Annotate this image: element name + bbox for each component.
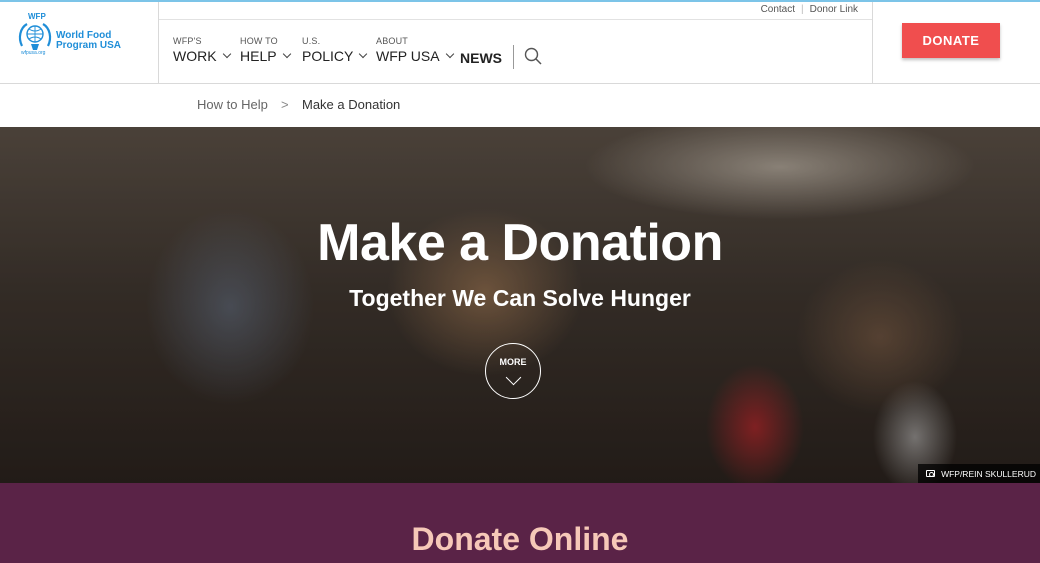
chevron-down-icon — [222, 49, 231, 59]
site-header: WFP World Food Program USA wfpusa.org Co… — [0, 2, 1040, 84]
breadcrumb-how-to-help[interactable]: How to Help — [197, 97, 268, 112]
donate-button[interactable]: DONATE — [902, 23, 1000, 58]
chevron-down-icon — [505, 369, 522, 386]
nav-item-kicker: HOW TO — [240, 36, 278, 46]
nav-divider — [513, 45, 514, 69]
nav-item-kicker: U.S. — [302, 36, 321, 46]
chevron-down-icon — [282, 49, 291, 59]
utility-bar: Contact | Donor Link — [159, 2, 872, 20]
breadcrumb-current: Make a Donation — [302, 97, 401, 112]
hero-subtitle: Together We Can Solve Hunger — [349, 285, 691, 311]
nav-item-us-policy[interactable]: U.S. POLICY — [302, 36, 368, 65]
photo-credit-text: WFP/REIN SKULLERUD — [941, 468, 1036, 479]
contact-link[interactable]: Contact — [761, 4, 795, 15]
nav-item-how-to-help[interactable]: HOW TO HELP — [240, 36, 291, 65]
more-button[interactable]: MORE — [485, 343, 541, 399]
donate-online-title: Donate Online — [411, 521, 629, 557]
donate-online-section: Donate Online — [0, 483, 1040, 563]
photo-credit: WFP/REIN SKULLERUD — [918, 464, 1040, 483]
wfp-emblem-icon — [18, 23, 52, 50]
utility-separator: | — [801, 4, 804, 15]
camera-icon — [926, 470, 936, 477]
hero-banner: Make a Donation Together We Can Solve Hu… — [0, 127, 1040, 483]
nav-item-kicker: WFP'S — [173, 36, 202, 46]
nav-item-label: HELP — [240, 48, 277, 64]
nav-item-label: WFP USA — [376, 48, 440, 64]
logo-link[interactable]: WFP World Food Program USA wfpusa.org — [0, 2, 159, 84]
main-nav: WFP'S WORK HOW TO HELP U.S. POLICY ABOUT… — [159, 21, 872, 84]
donor-link[interactable]: Donor Link — [810, 4, 858, 15]
nav-item-kicker: ABOUT — [376, 36, 409, 46]
logo-url: wfpusa.org — [21, 50, 46, 56]
nav-item-label: POLICY — [302, 48, 354, 64]
logo-name: World Food Program USA — [56, 30, 122, 51]
breadcrumb-separator: > — [281, 97, 289, 112]
header-donate-area: DONATE — [872, 2, 1040, 84]
hero-title: Make a Donation — [317, 214, 723, 272]
chevron-down-icon — [445, 49, 454, 59]
nav-item-label: WORK — [173, 48, 217, 64]
search-icon[interactable] — [524, 47, 542, 65]
nav-item-news[interactable]: NEWS — [460, 50, 502, 66]
nav-item-about-wfp-usa[interactable]: ABOUT WFP USA — [376, 36, 454, 65]
nav-item-wfps-work[interactable]: WFP'S WORK — [173, 36, 231, 65]
more-label: MORE — [499, 357, 527, 367]
breadcrumb: How to Help > Make a Donation — [0, 84, 1040, 127]
chevron-down-icon — [359, 49, 368, 59]
